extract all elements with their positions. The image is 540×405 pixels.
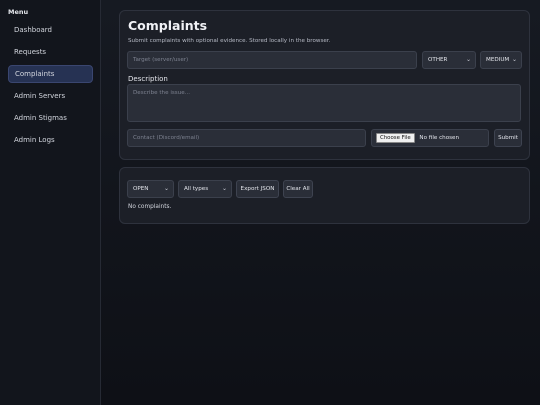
chevron-down-icon: ⌄ — [221, 185, 227, 192]
sidebar-item-admin-logs[interactable]: Admin Logs — [8, 131, 93, 149]
priority-select[interactable]: MEDIUM ⌄ — [480, 51, 522, 69]
sidebar-item-admin-stigmas[interactable]: Admin Stigmas — [8, 109, 93, 127]
description-textarea[interactable]: Describe the issue... — [127, 84, 521, 122]
sidebar-item-requests[interactable]: Requests — [8, 43, 93, 61]
submit-button[interactable]: Submit — [494, 129, 522, 147]
chevron-down-icon: ⌄ — [163, 185, 169, 192]
type-select-value: OTHER — [428, 57, 448, 63]
type-filter-value: All types — [184, 186, 209, 192]
empty-state-text: No complaints. — [128, 204, 172, 210]
page-title: Complaints — [128, 18, 208, 33]
main-content: Complaints Submit complaints with option… — [101, 0, 540, 405]
export-json-button[interactable]: Export JSON — [236, 180, 279, 198]
choose-file-button[interactable]: Choose File — [376, 133, 415, 143]
sidebar-item-complaints[interactable]: Complaints — [8, 65, 93, 83]
type-filter-select[interactable]: All types ⌄ — [178, 180, 232, 198]
sidebar: Menu Dashboard Requests Complaints Admin… — [0, 0, 101, 405]
priority-select-value: MEDIUM — [486, 57, 510, 63]
contact-input[interactable]: Contact (Discord/email) — [127, 129, 366, 147]
status-filter-select[interactable]: OPEN ⌄ — [127, 180, 174, 198]
sidebar-item-admin-servers[interactable]: Admin Servers — [8, 87, 93, 105]
target-input[interactable]: Target (server/user) — [127, 51, 417, 69]
status-filter-value: OPEN — [133, 186, 149, 192]
complaint-form-card: Complaints Submit complaints with option… — [119, 10, 530, 160]
file-status-text: No file chosen — [419, 135, 460, 141]
type-select[interactable]: OTHER ⌄ — [422, 51, 476, 69]
chevron-down-icon: ⌄ — [465, 56, 471, 63]
page-subtitle: Submit complaints with optional evidence… — [128, 38, 331, 44]
evidence-file-input[interactable]: Choose File No file chosen — [371, 129, 489, 147]
sidebar-item-dashboard[interactable]: Dashboard — [8, 21, 93, 39]
complaints-list-card: OPEN ⌄ All types ⌄ Export JSON Clear All… — [119, 167, 530, 224]
description-label: Description — [128, 75, 168, 83]
chevron-down-icon: ⌄ — [511, 56, 517, 63]
menu-title: Menu — [8, 8, 29, 16]
clear-all-button[interactable]: Clear All — [283, 180, 313, 198]
